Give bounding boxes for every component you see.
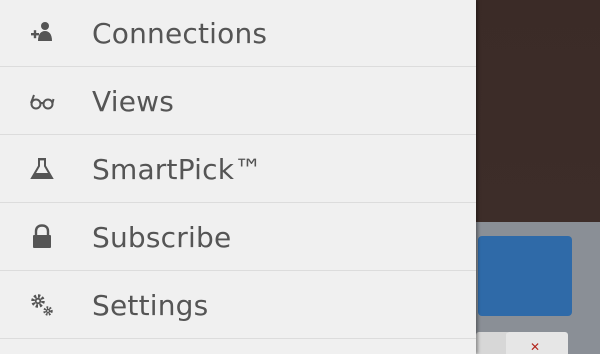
- drawer-item-settings[interactable]: Settings: [0, 272, 476, 339]
- background-tile: ✕: [506, 332, 568, 354]
- drawer-item-label: Connections: [92, 16, 268, 50]
- drawer-item-label: Subscribe: [92, 220, 232, 254]
- drawer-item-smartpick[interactable]: SmartPick™: [0, 136, 476, 203]
- background-app-content: ✕: [470, 0, 600, 354]
- drawer-item-subscribe[interactable]: Subscribe: [0, 204, 476, 271]
- background-card: [478, 236, 572, 316]
- background-panel: ✕: [470, 222, 600, 354]
- drawer-item-label: SmartPick™: [92, 152, 263, 186]
- drawer-item-label: Settings: [92, 288, 209, 322]
- background-tile: [476, 332, 510, 354]
- flask-icon: [28, 155, 56, 183]
- drawer-item-label: Views: [92, 84, 175, 118]
- drawer-item-views[interactable]: Views: [0, 68, 476, 135]
- gears-icon: [28, 291, 56, 319]
- glasses-icon: [28, 87, 56, 115]
- app-screen: ✕ Connections Views SmartPick™ Subscribe…: [0, 0, 600, 354]
- navigation-drawer: Connections Views SmartPick™ Subscribe S…: [0, 0, 476, 354]
- close-icon: ✕: [530, 340, 541, 354]
- lock-icon: [28, 223, 56, 251]
- add-person-icon: [28, 19, 56, 47]
- drawer-item-connections[interactable]: Connections: [0, 0, 476, 67]
